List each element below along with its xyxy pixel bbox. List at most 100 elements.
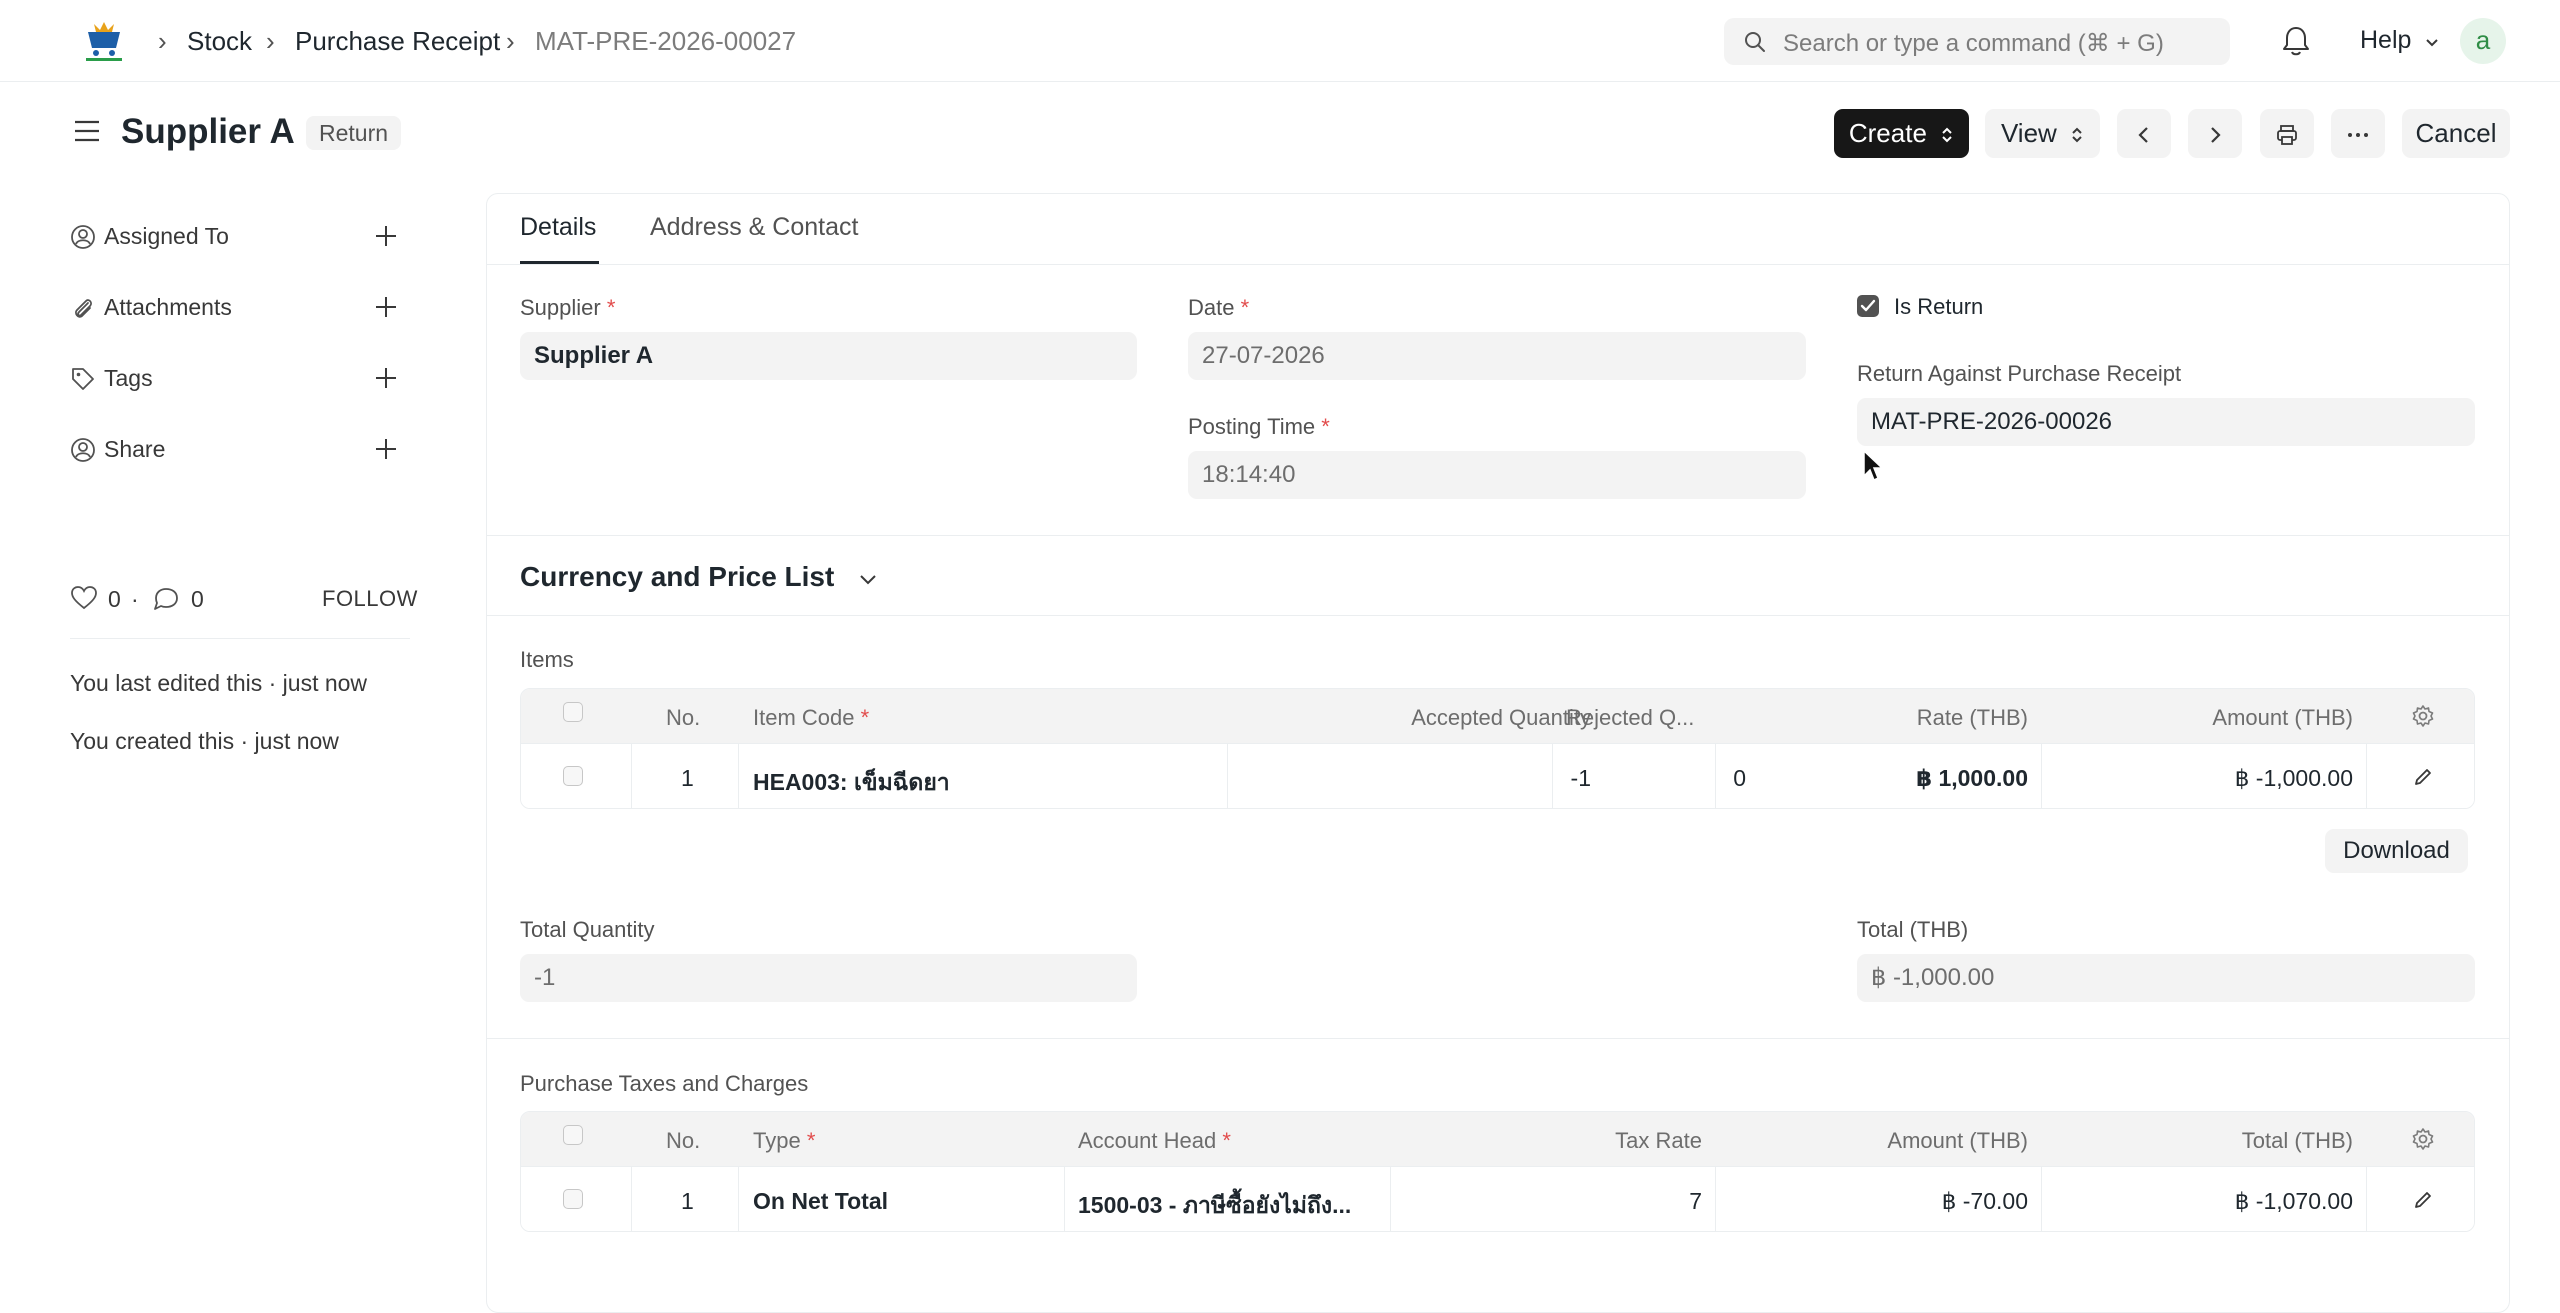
- column-divider: [738, 1167, 739, 1231]
- notification-bell-icon[interactable]: [2280, 24, 2312, 58]
- printer-icon: [2277, 125, 2297, 146]
- tag-icon: [72, 368, 94, 390]
- more-horizontal-icon: [2348, 133, 2368, 138]
- select-all-checkbox[interactable]: [563, 1125, 583, 1145]
- navbar: › Stock › Purchase Receipt › MAT-PRE-202…: [0, 0, 2560, 82]
- more-actions-button[interactable]: [2331, 109, 2385, 158]
- updown-chevron-icon: [2072, 127, 2082, 143]
- comment-icon[interactable]: [152, 586, 180, 612]
- tax-amount-cell: ฿ -70.00: [1941, 1188, 2028, 1214]
- row-checkbox[interactable]: [563, 1189, 583, 1209]
- view-button[interactable]: View: [1985, 109, 2100, 158]
- search-input[interactable]: Search or type a command (⌘ + G): [1724, 18, 2230, 65]
- col-no: No.: [666, 705, 701, 730]
- user-avatar[interactable]: a: [2460, 18, 2506, 64]
- items-table: No. Item Code * Accepted Quantity Reject…: [520, 688, 2475, 809]
- supplier-label: Supplier *: [520, 295, 615, 321]
- breadcrumb-purchase-receipt[interactable]: Purchase Receipt: [295, 26, 500, 57]
- column-divider: [1227, 744, 1228, 808]
- follow-button[interactable]: FOLLOW: [322, 586, 418, 612]
- help-label: Help: [2360, 26, 2412, 54]
- column-divider: [738, 744, 739, 808]
- item-code-cell[interactable]: HEA003: เข็มฉีดยา: [753, 765, 1233, 801]
- column-divider: [631, 744, 632, 808]
- sidebar-item-tags[interactable]: Tags: [70, 363, 410, 393]
- tab-address-contact[interactable]: Address & Contact: [650, 213, 858, 242]
- print-button[interactable]: [2260, 109, 2314, 158]
- currency-section-toggle[interactable]: Currency and Price List: [520, 561, 878, 593]
- accepted-qty-cell[interactable]: -1: [1241, 765, 1591, 792]
- last-edited-text: You last edited this · just now: [70, 670, 368, 696]
- add-icon[interactable]: [373, 294, 399, 320]
- heart-icon[interactable]: [70, 585, 98, 611]
- col-tax-amount: Amount (THB): [1887, 1128, 2028, 1153]
- breadcrumb-separator-icon: ›: [266, 26, 275, 56]
- cancel-button[interactable]: Cancel: [2402, 109, 2510, 158]
- posting-time-field[interactable]: 18:14:40: [1188, 451, 1806, 499]
- chevron-down-icon: [2426, 39, 2439, 47]
- row-no: 1: [681, 765, 694, 791]
- required-mark: *: [606, 295, 616, 320]
- tab-details[interactable]: Details: [520, 213, 596, 242]
- created-text: You created this · just now: [70, 728, 339, 754]
- like-count: 0: [108, 586, 121, 612]
- required-mark: *: [1222, 1128, 1231, 1153]
- status-badge: Return: [306, 116, 402, 150]
- tax-type-cell[interactable]: On Net Total: [753, 1188, 888, 1215]
- chevron-left-icon: [2138, 127, 2148, 143]
- row-no: 1: [681, 1188, 694, 1214]
- row-checkbox[interactable]: [563, 766, 583, 786]
- required-mark: *: [806, 1128, 816, 1153]
- date-field[interactable]: 27-07-2026: [1188, 332, 1806, 380]
- separator-dot: ·: [131, 586, 139, 612]
- sidebar-divider: [70, 638, 410, 639]
- column-divider: [2041, 1167, 2042, 1231]
- required-mark: *: [860, 705, 870, 730]
- account-head-cell[interactable]: 1500-03 - ภาษีซื้อยังไม่ถึง...: [1078, 1188, 1388, 1224]
- tax-rate-cell[interactable]: 7: [1401, 1188, 1702, 1215]
- return-against-field[interactable]: MAT-PRE-2026-00026: [1857, 398, 2475, 446]
- sidebar-item-share[interactable]: Share: [70, 434, 410, 464]
- paperclip-icon: [75, 299, 92, 318]
- create-button[interactable]: Create: [1834, 109, 1969, 158]
- column-divider: [631, 1167, 632, 1231]
- gear-icon[interactable]: [2411, 704, 2435, 728]
- date-label: Date *: [1188, 295, 1249, 321]
- col-type: Type *: [753, 1128, 815, 1154]
- column-divider: [2366, 1167, 2367, 1231]
- posting-time-label-text: Posting Time: [1188, 414, 1316, 439]
- help-dropdown[interactable]: Help: [2360, 26, 2440, 55]
- add-icon[interactable]: [373, 365, 399, 391]
- total-thb-field: ฿ -1,000.00: [1857, 954, 2475, 1002]
- supplier-label-text: Supplier: [520, 295, 601, 320]
- rejected-qty-cell[interactable]: 0: [1566, 765, 1746, 792]
- sidebar-item-attachments[interactable]: Attachments: [70, 292, 410, 322]
- column-divider: [1715, 1167, 1716, 1231]
- taxes-label: Purchase Taxes and Charges: [520, 1071, 809, 1096]
- add-icon[interactable]: [373, 223, 399, 249]
- breadcrumb-stock[interactable]: Stock: [187, 26, 252, 57]
- next-doc-button[interactable]: [2188, 109, 2242, 158]
- is-return-checkbox[interactable]: [1857, 295, 1879, 317]
- download-button[interactable]: Download: [2325, 829, 2468, 873]
- table-row[interactable]: 1 On Net Total 1500-03 - ภาษีซื้อยังไม่ถ…: [521, 1166, 2474, 1231]
- sidebar-toggle-icon[interactable]: [74, 119, 100, 143]
- currency-section-title: Currency and Price List: [520, 561, 835, 592]
- app-logo-icon[interactable]: [80, 18, 128, 64]
- previous-doc-button[interactable]: [2117, 109, 2171, 158]
- updown-chevron-icon: [1942, 127, 1952, 143]
- gear-icon[interactable]: [2411, 1127, 2435, 1151]
- sidebar-item-label: Attachments: [104, 294, 232, 320]
- edit-pencil-icon[interactable]: [2413, 1190, 2433, 1210]
- add-icon[interactable]: [373, 436, 399, 462]
- edit-pencil-icon[interactable]: [2413, 767, 2433, 787]
- rate-cell[interactable]: ฿ 1,000.00: [1731, 765, 2028, 792]
- sidebar-item-assigned-to[interactable]: Assigned To: [70, 221, 410, 251]
- supplier-field[interactable]: Supplier A: [520, 332, 1137, 380]
- search-icon: [1745, 32, 1765, 52]
- view-button-label: View: [2000, 118, 2057, 148]
- amount-cell: ฿ -1,000.00: [2234, 765, 2353, 791]
- page-title: Supplier A: [121, 112, 295, 151]
- select-all-checkbox[interactable]: [563, 702, 583, 722]
- table-row[interactable]: 1 HEA003: เข็มฉีดยา -1 0 ฿ 1,000.00 ฿ -1…: [521, 743, 2474, 808]
